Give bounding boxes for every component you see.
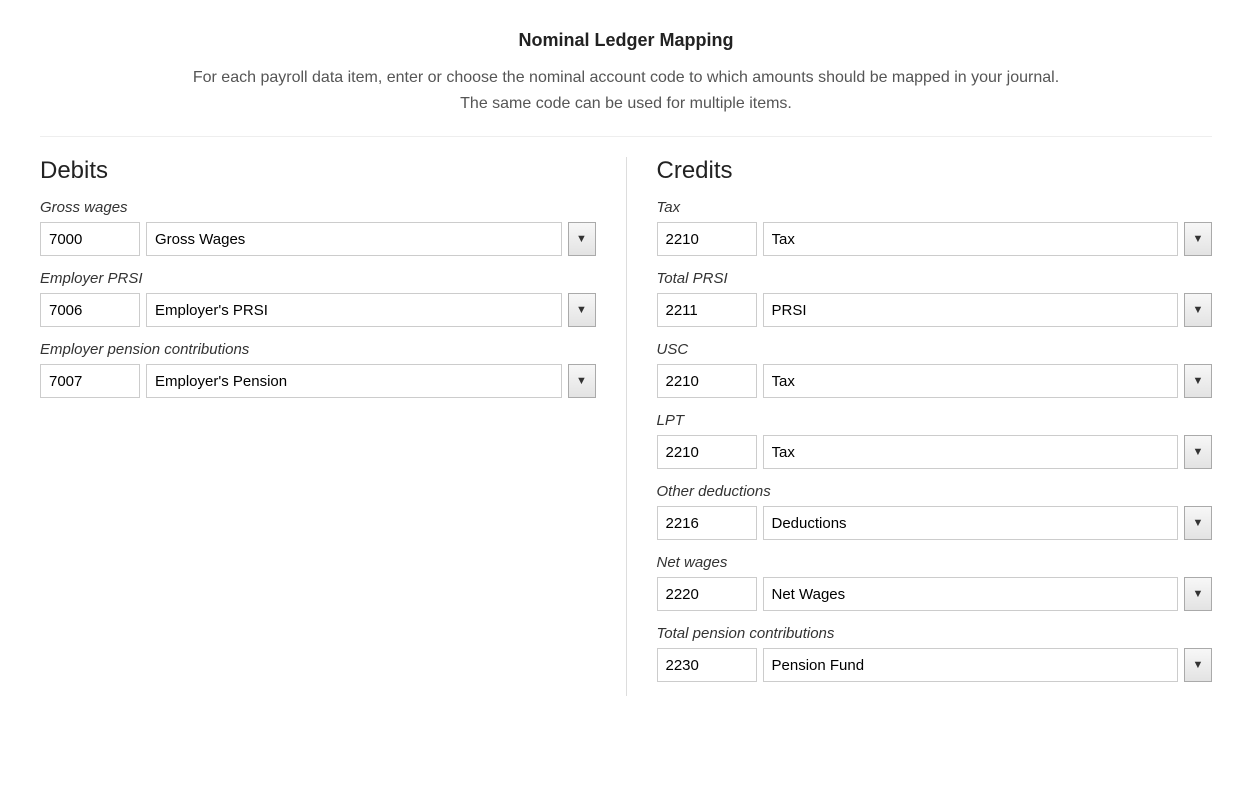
field-label: Total PRSI [657,270,1213,287]
field-total-prsi: Total PRSI ▼ [657,270,1213,327]
code-input-other-deductions[interactable] [657,506,757,540]
field-row: ▼ [657,364,1213,398]
field-net-wages: Net wages ▼ [657,554,1213,611]
dropdown-button[interactable]: ▼ [568,293,596,327]
field-row: ▼ [657,222,1213,256]
field-row: ▼ [40,364,596,398]
field-lpt: LPT ▼ [657,412,1213,469]
debits-column: Debits Gross wages ▼ Employer PRSI ▼ E [40,157,626,696]
name-input-lpt[interactable] [763,435,1179,469]
field-row: ▼ [40,222,596,256]
columns-wrapper: Debits Gross wages ▼ Employer PRSI ▼ E [40,157,1212,696]
field-tax: Tax ▼ [657,199,1213,256]
field-label: Gross wages [40,199,596,216]
field-row: ▼ [657,293,1213,327]
dropdown-button[interactable]: ▼ [1184,577,1212,611]
chevron-down-icon: ▼ [1193,517,1204,529]
chevron-down-icon: ▼ [1193,446,1204,458]
name-input-gross-wages[interactable] [146,222,562,256]
name-input-total-prsi[interactable] [763,293,1179,327]
field-other-deductions: Other deductions ▼ [657,483,1213,540]
field-gross-wages: Gross wages ▼ [40,199,596,256]
name-input-other-deductions[interactable] [763,506,1179,540]
field-row: ▼ [657,435,1213,469]
field-label: Total pension contributions [657,625,1213,642]
field-label: LPT [657,412,1213,429]
code-input-gross-wages[interactable] [40,222,140,256]
name-input-tax[interactable] [763,222,1179,256]
code-input-lpt[interactable] [657,435,757,469]
field-label: USC [657,341,1213,358]
description-line-2: The same code can be used for multiple i… [460,95,792,112]
description-line-1: For each payroll data item, enter or cho… [193,69,1059,86]
name-input-employer-pension[interactable] [146,364,562,398]
debits-title: Debits [40,157,596,185]
chevron-down-icon: ▼ [576,233,587,245]
dropdown-button[interactable]: ▼ [568,364,596,398]
code-input-total-pension[interactable] [657,648,757,682]
chevron-down-icon: ▼ [1193,233,1204,245]
code-input-tax[interactable] [657,222,757,256]
code-input-net-wages[interactable] [657,577,757,611]
dropdown-button[interactable]: ▼ [1184,506,1212,540]
field-label: Employer pension contributions [40,341,596,358]
page-description: For each payroll data item, enter or cho… [40,65,1212,116]
credits-title: Credits [657,157,1213,185]
dropdown-button[interactable]: ▼ [1184,364,1212,398]
code-input-employer-prsi[interactable] [40,293,140,327]
field-employer-prsi: Employer PRSI ▼ [40,270,596,327]
name-input-net-wages[interactable] [763,577,1179,611]
chevron-down-icon: ▼ [576,304,587,316]
field-label: Net wages [657,554,1213,571]
field-row: ▼ [40,293,596,327]
field-label: Other deductions [657,483,1213,500]
page-container: Nominal Ledger Mapping For each payroll … [0,0,1252,736]
dropdown-button[interactable]: ▼ [1184,435,1212,469]
field-employer-pension: Employer pension contributions ▼ [40,341,596,398]
field-label: Employer PRSI [40,270,596,287]
dropdown-button[interactable]: ▼ [568,222,596,256]
chevron-down-icon: ▼ [1193,588,1204,600]
field-usc: USC ▼ [657,341,1213,398]
header-divider [40,136,1212,137]
chevron-down-icon: ▼ [1193,659,1204,671]
page-title: Nominal Ledger Mapping [40,30,1212,51]
field-row: ▼ [657,648,1213,682]
field-row: ▼ [657,506,1213,540]
dropdown-button[interactable]: ▼ [1184,293,1212,327]
name-input-total-pension[interactable] [763,648,1179,682]
code-input-employer-pension[interactable] [40,364,140,398]
dropdown-button[interactable]: ▼ [1184,648,1212,682]
dropdown-button[interactable]: ▼ [1184,222,1212,256]
chevron-down-icon: ▼ [576,375,587,387]
credits-column: Credits Tax ▼ Total PRSI ▼ USC [626,157,1213,696]
name-input-employer-prsi[interactable] [146,293,562,327]
field-row: ▼ [657,577,1213,611]
field-total-pension: Total pension contributions ▼ [657,625,1213,682]
chevron-down-icon: ▼ [1193,304,1204,316]
field-label: Tax [657,199,1213,216]
code-input-total-prsi[interactable] [657,293,757,327]
code-input-usc[interactable] [657,364,757,398]
page-header: Nominal Ledger Mapping For each payroll … [40,30,1212,116]
chevron-down-icon: ▼ [1193,375,1204,387]
name-input-usc[interactable] [763,364,1179,398]
